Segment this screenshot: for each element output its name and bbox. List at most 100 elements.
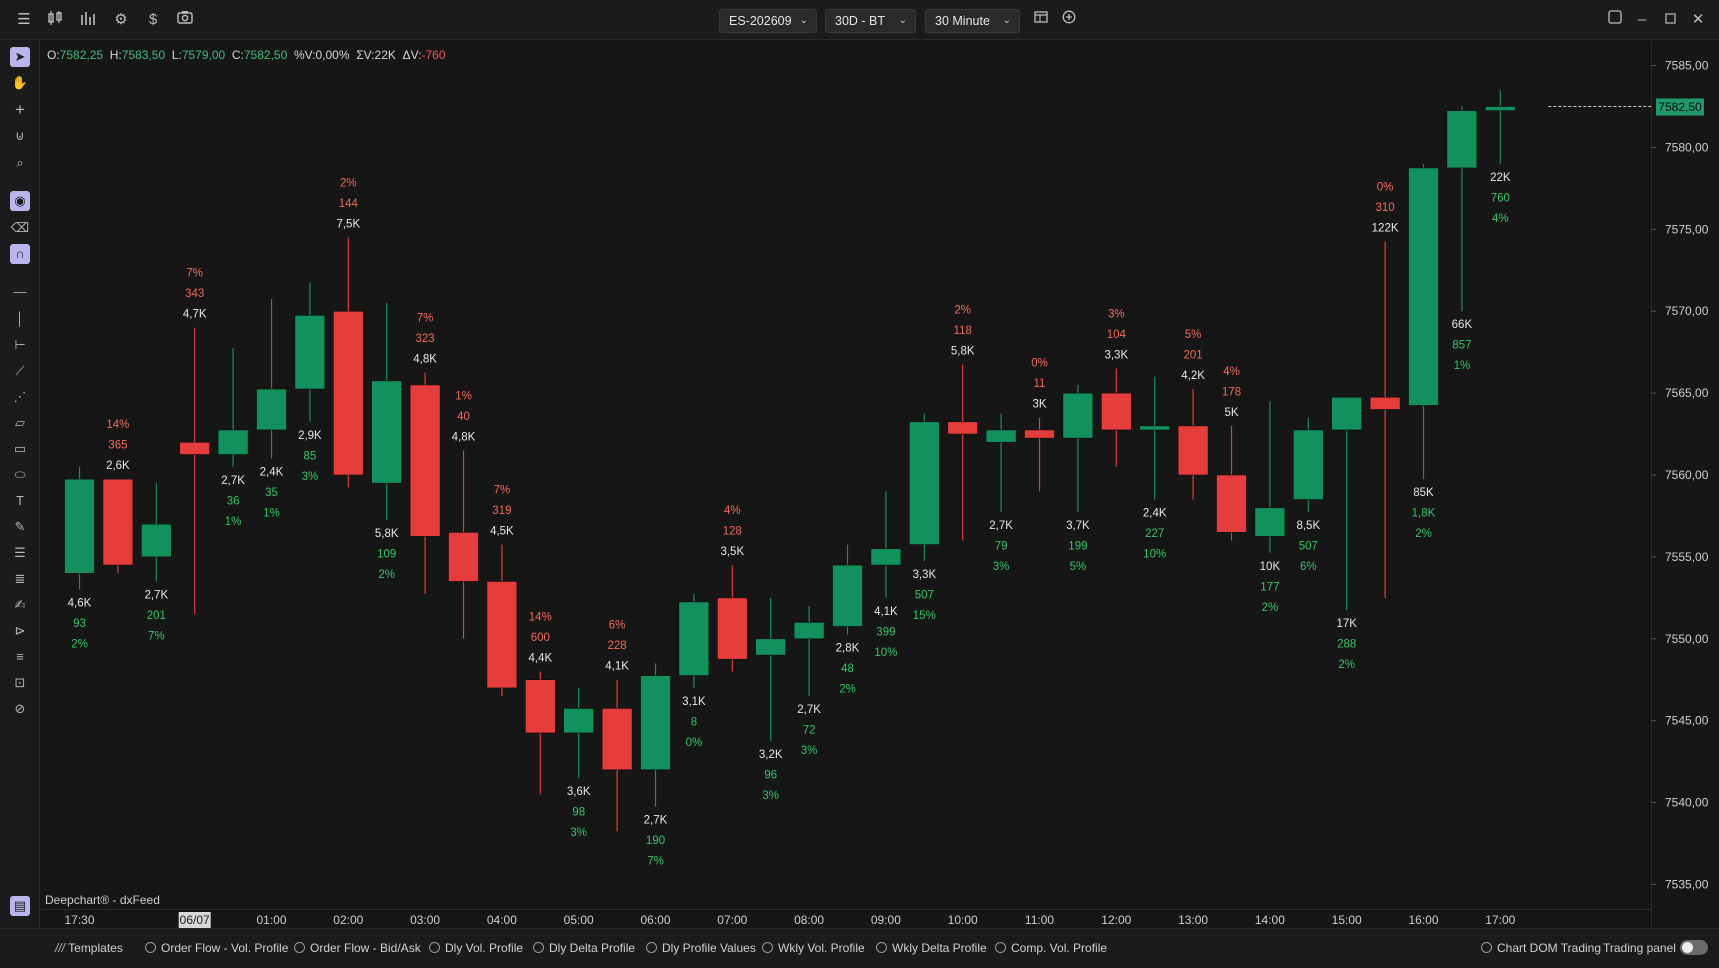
radio-icon bbox=[1481, 942, 1492, 953]
dollar-icon[interactable]: $ bbox=[143, 10, 163, 30]
template-option-5[interactable]: Wkly Vol. Profile bbox=[762, 941, 865, 955]
template-option-7[interactable]: Comp. Vol. Profile bbox=[995, 941, 1107, 955]
templates-button[interactable]: /// Templates bbox=[55, 941, 123, 955]
maximize-icon[interactable] bbox=[1660, 10, 1680, 30]
symbol-select[interactable]: ES-202609 ⌄ bbox=[719, 9, 817, 33]
candle-pct-label: 3% bbox=[1108, 309, 1125, 321]
close-icon[interactable]: ✕ bbox=[1688, 10, 1708, 30]
horizontal-ray-icon[interactable]: ⊢ bbox=[10, 335, 30, 355]
ellipse-icon[interactable]: ⬭ bbox=[10, 465, 30, 485]
layout-icon[interactable] bbox=[1031, 10, 1051, 30]
price-note-icon[interactable]: ⊡ bbox=[10, 673, 30, 693]
bullish-candle bbox=[294, 315, 326, 390]
radio-icon bbox=[646, 942, 657, 953]
add-circle-icon[interactable] bbox=[1059, 10, 1079, 30]
interval-select[interactable]: 30 Minute ⌄ bbox=[925, 9, 1020, 33]
signature-icon[interactable]: ✍ bbox=[10, 595, 30, 615]
candle-delta-label: 507 bbox=[915, 589, 934, 601]
time-tick-label: 17:00 bbox=[1485, 913, 1515, 927]
candle-pct-label: 6% bbox=[1300, 561, 1317, 573]
panel-toggle-icon[interactable]: ▤ bbox=[10, 896, 30, 916]
candle-volume-label: 3,7K bbox=[1066, 520, 1090, 532]
horizontal-line-icon[interactable]: — bbox=[10, 282, 30, 302]
template-option-1[interactable]: Order Flow - Bid/Ask bbox=[294, 941, 421, 955]
candle-pct-label: 7% bbox=[148, 630, 165, 642]
candle-volume-label: 5,8K bbox=[951, 345, 975, 357]
time-tick-label: 03:00 bbox=[410, 913, 440, 927]
candle-delta-label: 118 bbox=[954, 325, 972, 337]
bullish-candle bbox=[1293, 429, 1324, 500]
candle-delta-label: 201 bbox=[147, 610, 166, 622]
candle-delta-label: 109 bbox=[377, 549, 396, 561]
range-select[interactable]: 30D - BT ⌄ bbox=[825, 9, 916, 33]
trading-panel-toggle[interactable] bbox=[1680, 940, 1708, 955]
template-option-label: Wkly Delta Profile bbox=[892, 941, 987, 955]
window-mode-icon[interactable] bbox=[1605, 10, 1625, 30]
minimize-icon[interactable]: – bbox=[1632, 10, 1652, 30]
settings-gear-icon[interactable]: ⚙ bbox=[111, 10, 131, 30]
candlestick-chart-icon[interactable] bbox=[46, 10, 66, 30]
candle-pct-label: 3% bbox=[801, 745, 818, 757]
hand-pan-icon[interactable]: ✋ bbox=[10, 73, 30, 93]
candle-pct-label: 5% bbox=[1070, 561, 1087, 573]
magnet-snap-icon[interactable]: ∩ bbox=[10, 244, 30, 264]
vertical-line-icon[interactable]: │ bbox=[10, 309, 30, 329]
pct-volume-label: %V: bbox=[293, 48, 316, 62]
bottom-toolbar: /// Templates Order Flow - Vol. Profile … bbox=[0, 928, 1719, 968]
candle-volume-label: 3,2K bbox=[759, 749, 783, 761]
candle-volume-label: 2,7K bbox=[989, 520, 1013, 532]
template-option-3[interactable]: Dly Delta Profile bbox=[533, 941, 635, 955]
candle-volume-label: 7,5K bbox=[336, 219, 360, 231]
pencil-icon[interactable]: ✎ bbox=[10, 517, 30, 537]
candle-pct-label: 3% bbox=[993, 561, 1010, 573]
marker-icon[interactable]: ⊳ bbox=[10, 621, 30, 641]
candle-pct-label: 10% bbox=[874, 647, 897, 659]
magnet-icon[interactable]: ⊍ bbox=[10, 126, 30, 146]
chart-dom-trading-option[interactable]: Chart DOM Trading bbox=[1481, 941, 1601, 955]
radio-icon bbox=[995, 942, 1006, 953]
candle-volume-label: 4,2K bbox=[1181, 370, 1205, 382]
bearish-candle bbox=[1216, 474, 1247, 533]
price-tick-label: 7535,00 bbox=[1665, 877, 1709, 891]
pointer-tool-icon[interactable]: ➤ bbox=[10, 47, 30, 67]
candle-delta-label: 35 bbox=[265, 487, 278, 499]
indicators-icon[interactable] bbox=[79, 10, 99, 30]
text-icon[interactable]: T bbox=[10, 491, 30, 511]
trend-line-icon[interactable]: ⟋ bbox=[10, 361, 30, 381]
camera-icon[interactable] bbox=[175, 10, 195, 30]
bearish-candle bbox=[716, 597, 748, 660]
candle-delta-label: 98 bbox=[572, 806, 585, 818]
candle-volume-label: 2,8K bbox=[836, 643, 860, 655]
bullish-candle bbox=[1062, 392, 1094, 439]
crosshair-icon[interactable]: + bbox=[10, 100, 30, 120]
template-option-label: Dly Vol. Profile bbox=[445, 941, 524, 955]
template-option-4[interactable]: Dly Profile Values bbox=[646, 941, 756, 955]
zoom-icon[interactable]: ⌕ bbox=[10, 153, 30, 173]
template-option-6[interactable]: Wkly Delta Profile bbox=[876, 941, 987, 955]
fibonacci-extension-icon[interactable]: ≣ bbox=[10, 569, 30, 589]
time-tick-label: 11:00 bbox=[1025, 913, 1054, 927]
template-option-0[interactable]: Order Flow - Vol. Profile bbox=[145, 941, 288, 955]
rectangle-icon[interactable]: ▭ bbox=[10, 439, 30, 459]
candle-pct-label: 4% bbox=[1223, 366, 1240, 378]
alert-icon[interactable]: ⊘ bbox=[10, 699, 30, 719]
time-tick-label: 04:00 bbox=[487, 913, 517, 927]
bullish-candle bbox=[217, 429, 249, 455]
candle-volume-label: 4,1K bbox=[874, 606, 898, 618]
hamburger-menu-icon[interactable]: ☰ bbox=[14, 10, 34, 30]
levels-icon[interactable]: ≡ bbox=[10, 647, 30, 667]
candle-delta-label: 343 bbox=[185, 288, 204, 300]
time-tick-label: 17:30 bbox=[64, 913, 94, 927]
template-option-2[interactable]: Dly Vol. Profile bbox=[429, 941, 523, 955]
candle-delta-label: 104 bbox=[1107, 329, 1127, 341]
eraser-icon[interactable]: ⌫ bbox=[10, 218, 30, 238]
low-value: 7579,00 bbox=[181, 48, 226, 62]
visibility-eye-icon[interactable]: ◉ bbox=[10, 191, 30, 211]
price-tick-label: 7555,00 bbox=[1665, 550, 1709, 564]
time-tick-label: 12:00 bbox=[1101, 913, 1131, 927]
ruler-icon[interactable]: ▱ bbox=[10, 413, 30, 433]
polyline-icon[interactable]: ⋰ bbox=[10, 387, 30, 407]
fibonacci-icon[interactable]: ☰ bbox=[10, 543, 30, 563]
candle-delta-label: 857 bbox=[1452, 340, 1471, 352]
candlestick-chart[interactable]: 7585,00 7580,00 7575,00 7570,00 7565,00 7560,… bbox=[41, 41, 1719, 928]
